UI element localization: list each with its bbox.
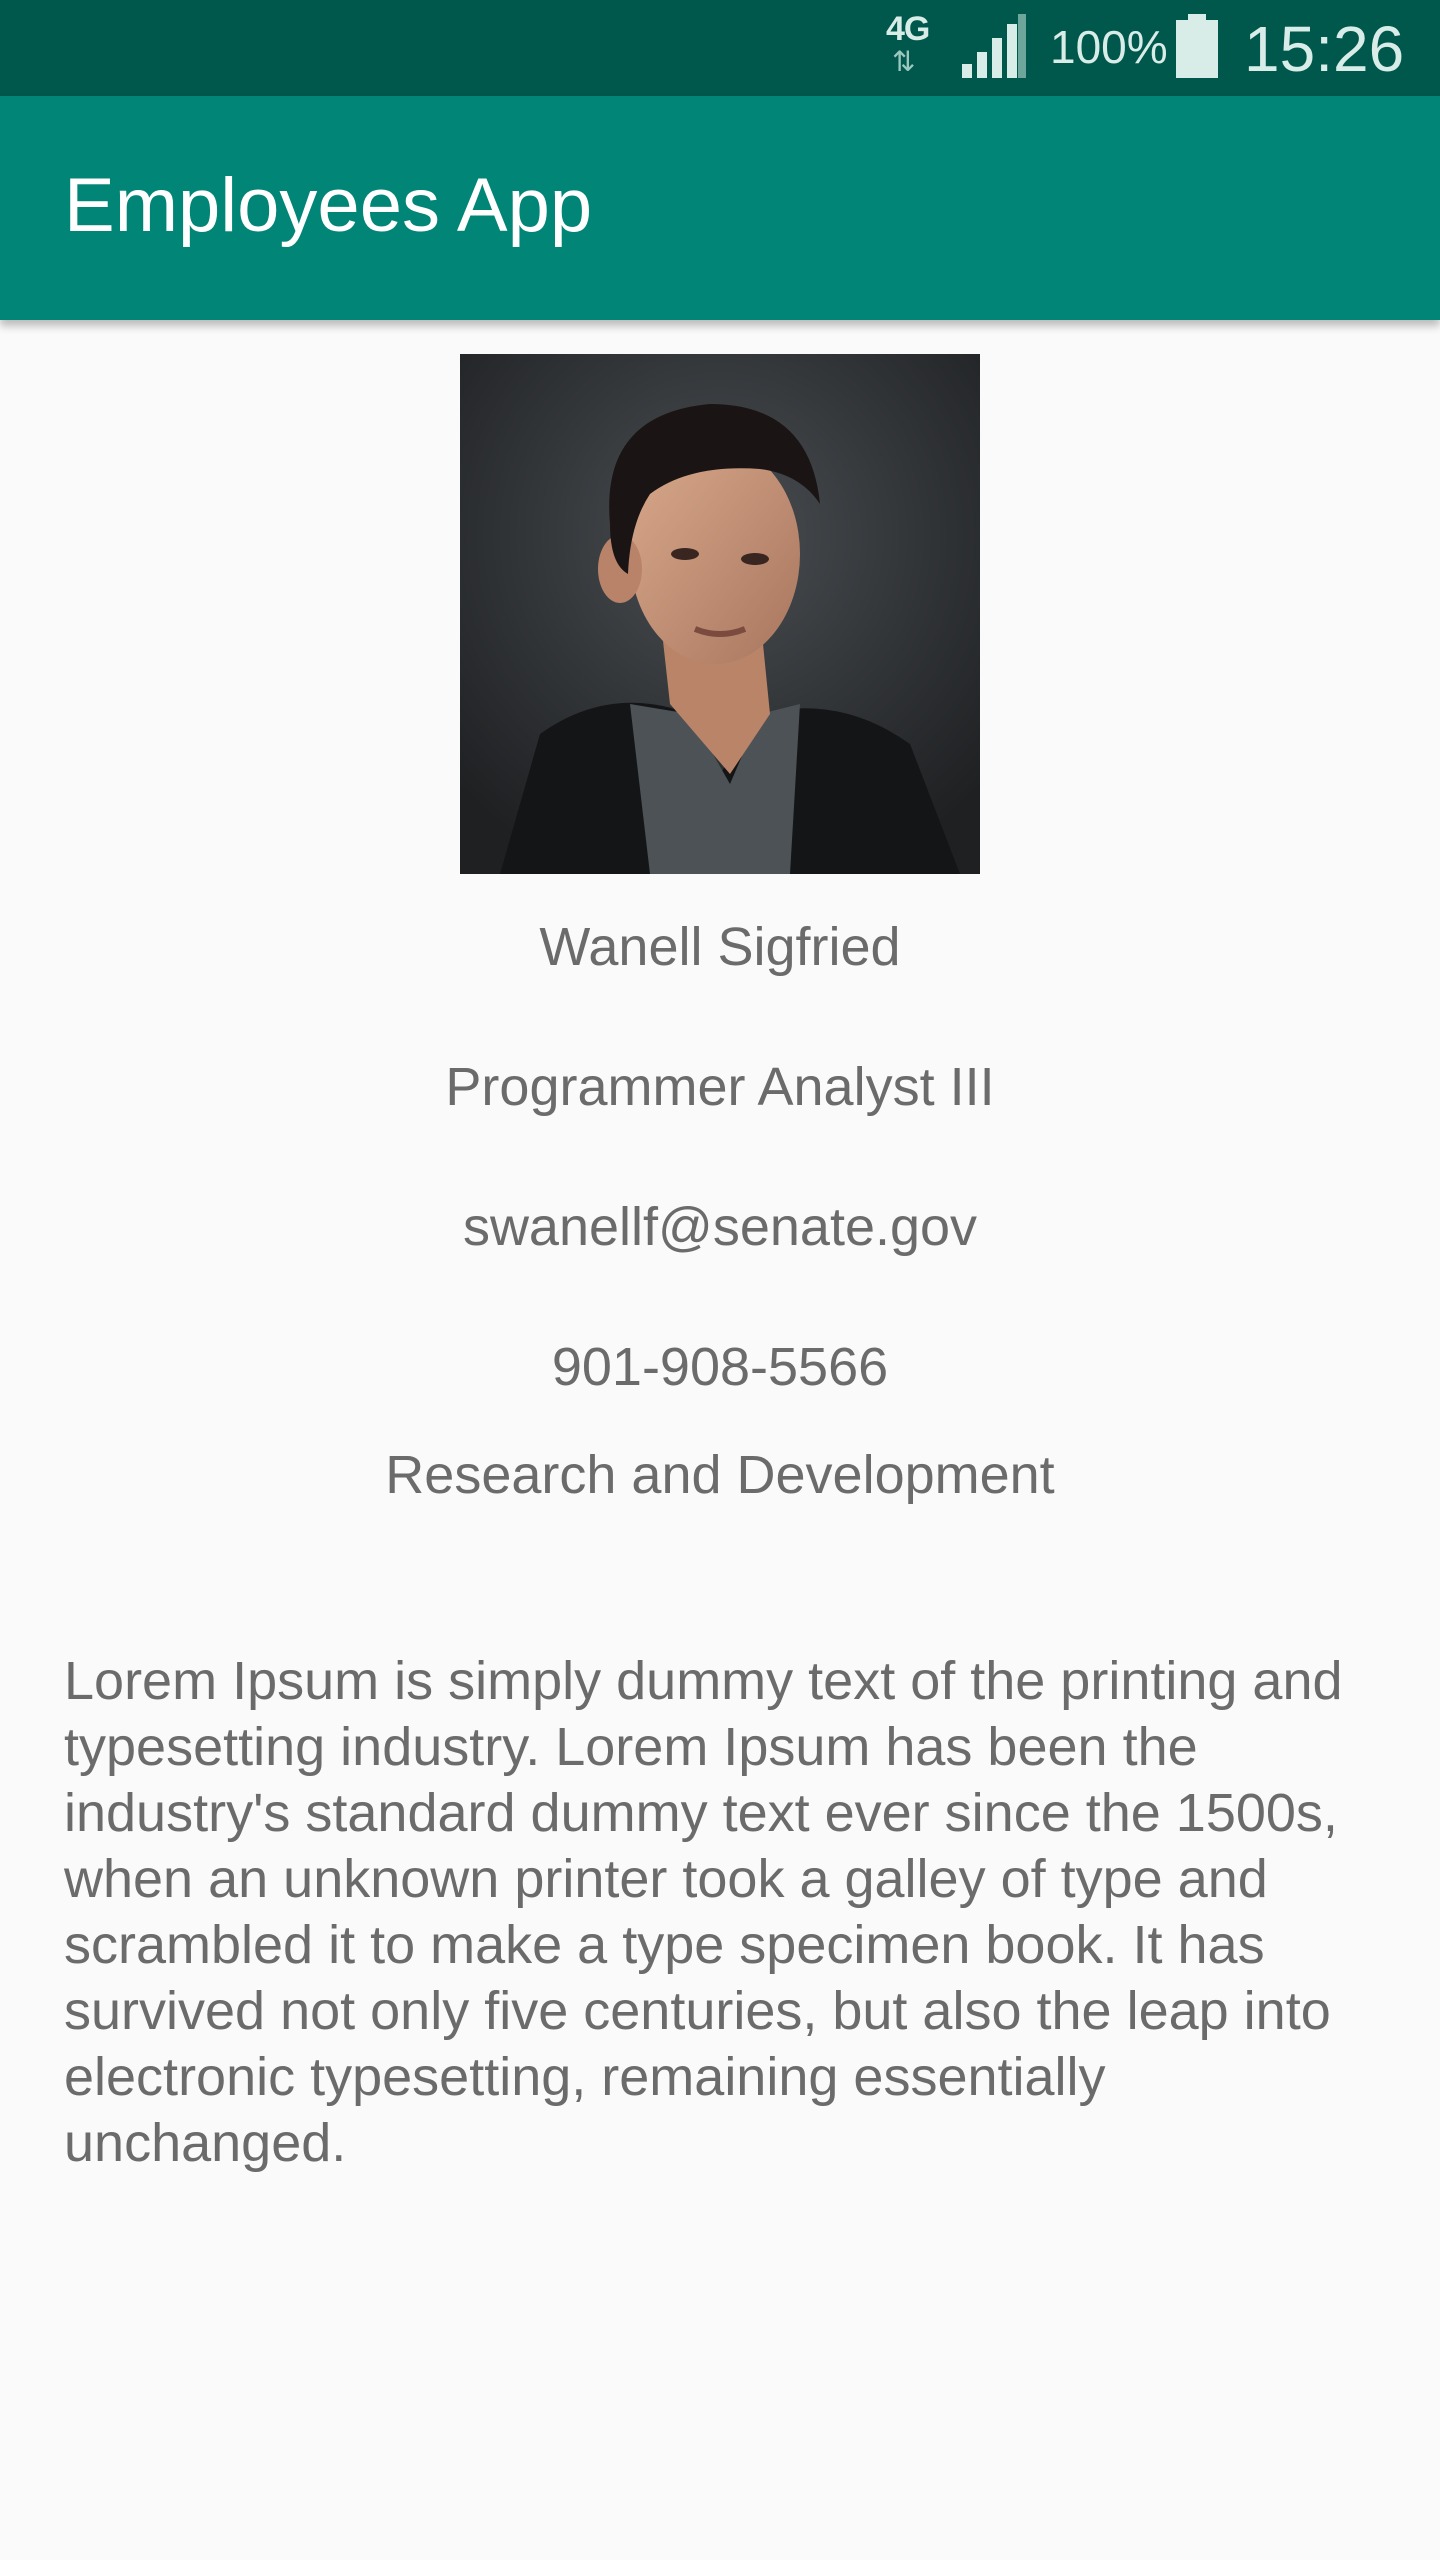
app-bar: Employees App bbox=[0, 96, 1440, 320]
employee-bio: Lorem Ipsum is simply dummy text of the … bbox=[64, 1651, 1343, 2173]
employee-job-title: Programmer Analyst III bbox=[445, 1057, 995, 1117]
network-type-label: 4G bbox=[886, 10, 930, 48]
employee-name: Wanell Sigfried bbox=[539, 917, 901, 977]
battery-icon bbox=[1176, 14, 1218, 78]
status-bar: 4G ⇅ 100% 15:26 bbox=[0, 0, 1440, 96]
employee-photo bbox=[460, 354, 980, 874]
battery-percent: 100% bbox=[1050, 21, 1168, 73]
network-4g-icon: 4G ⇅ bbox=[884, 10, 944, 82]
employee-detail: Wanell Sigfried Programmer Analyst III s… bbox=[0, 320, 1440, 2560]
employee-photo-image bbox=[460, 354, 980, 874]
employee-department: Research and Development bbox=[385, 1445, 1055, 1505]
app-title: Employees App bbox=[64, 163, 593, 248]
clock: 15:26 bbox=[1244, 13, 1405, 85]
data-arrows-icon: ⇅ bbox=[892, 46, 916, 77]
signal-icon bbox=[962, 14, 1026, 78]
employee-phone[interactable]: 901-908-5566 bbox=[0, 1336, 1440, 1398]
employee-email[interactable]: swanellf@senate.gov bbox=[0, 1196, 1440, 1258]
